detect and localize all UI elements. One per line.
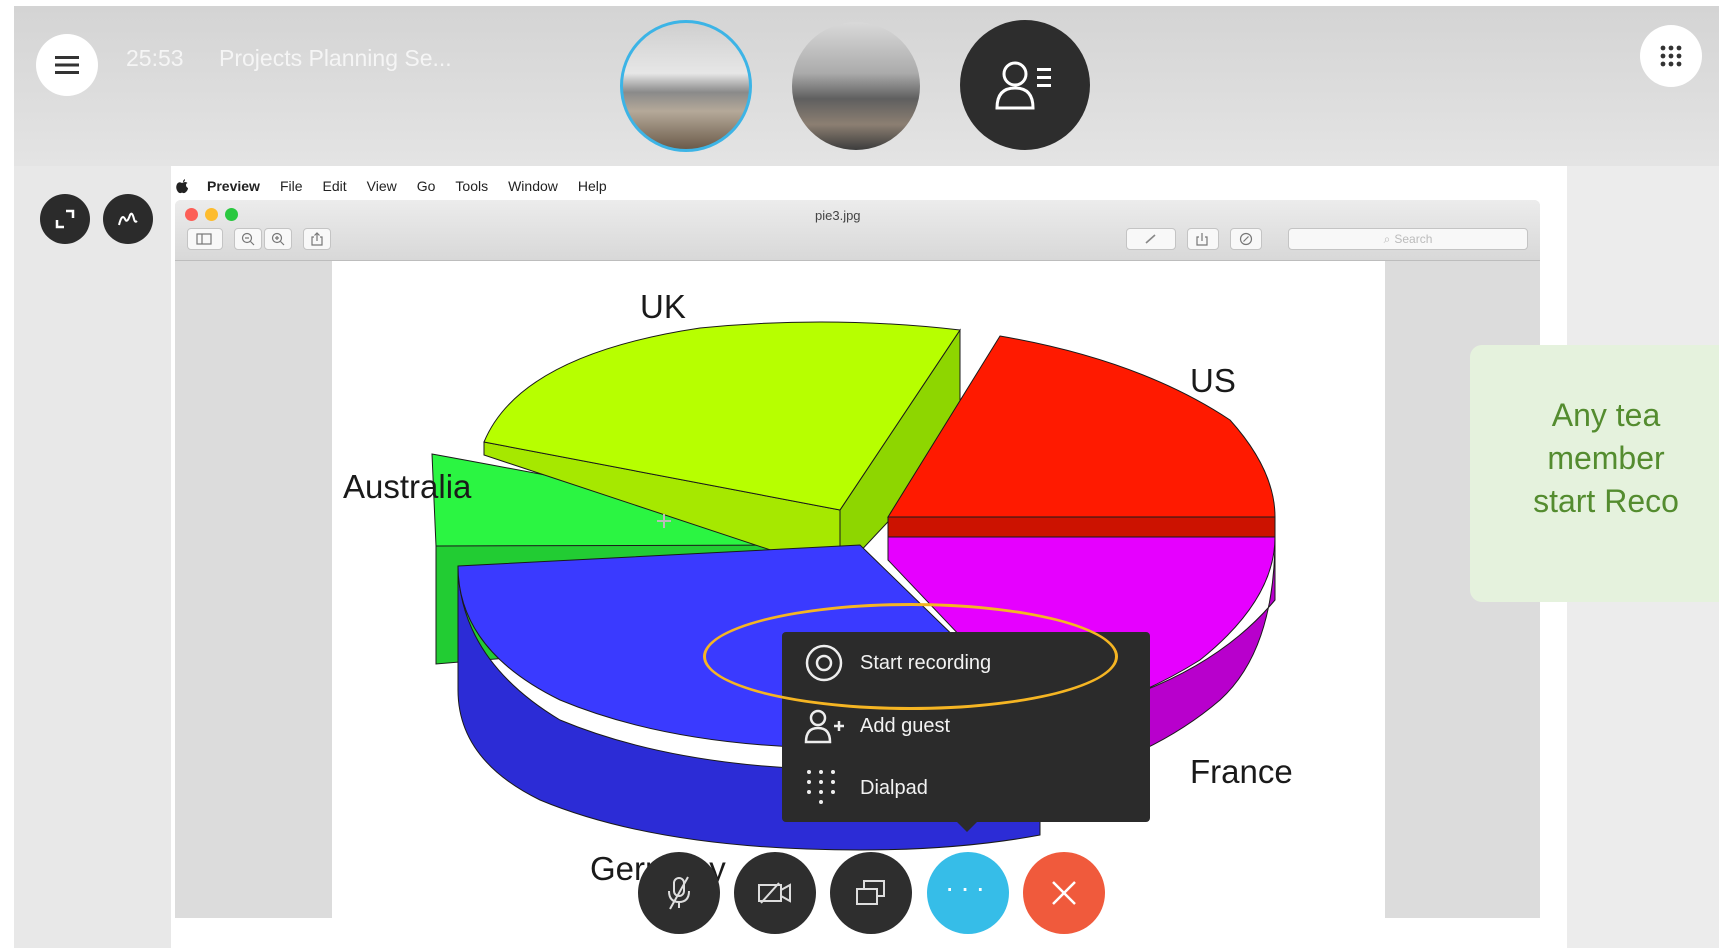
dialpad-icon xyxy=(804,766,854,810)
pie-label-australia: Australia xyxy=(343,468,472,505)
screen-share-icon xyxy=(856,880,885,905)
highlight-ellipse xyxy=(703,603,1118,710)
camera-off-icon xyxy=(758,882,791,904)
pie-label-us: US xyxy=(1190,362,1236,399)
end-call-button[interactable] xyxy=(1023,852,1105,934)
mute-button[interactable] xyxy=(638,852,720,934)
menu-item-dialpad[interactable]: Dialpad xyxy=(782,758,1150,818)
more-options-button[interactable]: ··· xyxy=(927,852,1009,934)
more-icon: ··· xyxy=(945,872,991,903)
pie-label-france: France xyxy=(1190,753,1293,790)
add-guest-icon xyxy=(804,704,854,748)
video-button[interactable] xyxy=(734,852,816,934)
menu-item-label: Dialpad xyxy=(860,776,928,799)
menu-item-label: Add guest xyxy=(860,714,951,737)
annotation-callout-text: Any tea member start Reco xyxy=(1533,397,1679,519)
pie-slice-us-side xyxy=(887,516,1276,538)
mic-off-icon xyxy=(668,876,690,910)
screen-share-button[interactable] xyxy=(830,852,912,934)
end-call-icon xyxy=(1052,881,1076,905)
pie-label-uk: UK xyxy=(640,288,686,325)
meeting-screen: 25:53 Projects Planning Se... Preview Fi… xyxy=(0,0,1719,948)
menu-pointer xyxy=(955,820,979,832)
